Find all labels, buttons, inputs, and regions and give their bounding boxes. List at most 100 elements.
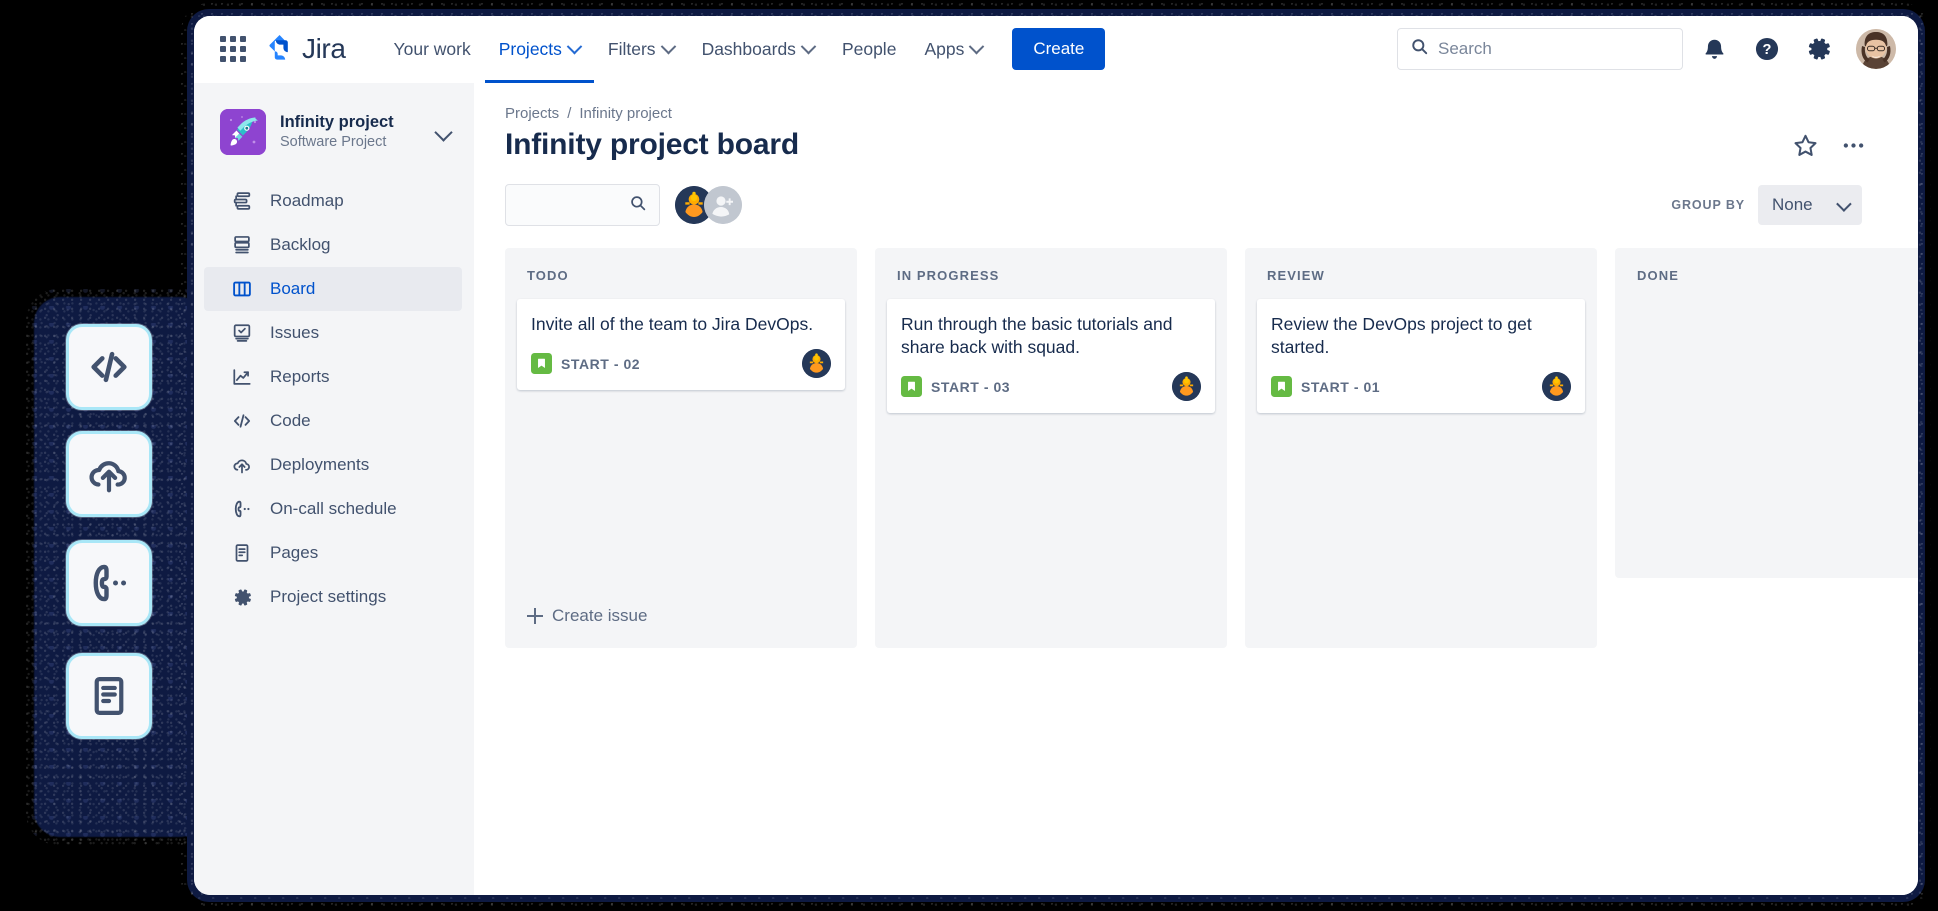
sidebar-item-pages[interactable]: Pages [204, 531, 462, 575]
phone-oncall-icon [86, 560, 132, 606]
global-navigation-bar: Jira Your work Projects Filters Dashboar… [194, 16, 1918, 83]
board-filter-input[interactable] [505, 184, 660, 226]
floating-card-deployments [66, 431, 152, 517]
board-column-review: REVIEW Review the DevOps project to get … [1245, 248, 1597, 648]
breadcrumb-separator: / [567, 105, 571, 122]
notification-bell-icon[interactable] [1692, 27, 1736, 71]
assignee-avatar[interactable] [1172, 372, 1201, 401]
rocket-project-avatar [220, 109, 266, 155]
add-people-avatar[interactable] [704, 186, 742, 224]
search-icon [1410, 37, 1429, 61]
code-brackets-icon [86, 344, 132, 390]
issue-card-key: START - 03 [931, 379, 1010, 395]
grid-apps-icon[interactable] [220, 36, 246, 62]
project-meta: Infinity project Software Project [280, 112, 423, 152]
sidebar-item-code[interactable]: Code [204, 399, 462, 443]
nav-apps-label: Apps [924, 39, 964, 60]
floating-card-oncall [66, 540, 152, 626]
issue-card-footer: START - 03 [901, 372, 1201, 401]
create-issue-button[interactable]: Create issue [517, 598, 845, 634]
brand-name: Jira [302, 33, 346, 65]
sidebar-item-project-settings[interactable]: Project settings [204, 575, 462, 619]
settings-gear-icon[interactable] [1798, 27, 1842, 71]
sidebar-item-pages-label: Pages [270, 543, 318, 563]
sidebar-item-issues[interactable]: Issues [204, 311, 462, 355]
nav-projects-label: Projects [499, 39, 562, 60]
more-actions-icon[interactable] [1838, 130, 1868, 160]
sidebar-item-backlog[interactable]: Backlog [204, 223, 462, 267]
screenshot-scene: Jira Your work Projects Filters Dashboar… [0, 0, 1938, 911]
nav-apps[interactable]: Apps [910, 25, 996, 73]
cloud-upload-icon [230, 453, 254, 477]
nav-filters[interactable]: Filters [594, 25, 688, 73]
project-sidebar: Infinity project Software Project [194, 83, 474, 895]
project-type: Software Project [280, 133, 423, 153]
sidebar-item-roadmap-label: Roadmap [270, 191, 344, 211]
app-window: Jira Your work Projects Filters Dashboar… [194, 16, 1918, 895]
project-switcher[interactable]: Infinity project Software Project [194, 99, 474, 165]
page-title-row: Infinity project board [505, 128, 1918, 162]
create-issue-label: Create issue [552, 606, 647, 626]
story-icon [531, 353, 552, 374]
page-title: Infinity project board [505, 128, 799, 162]
kanban-board: TODO Invite all of the team to Jira DevO… [505, 248, 1918, 648]
breadcrumb: Projects / Infinity project [505, 105, 1918, 122]
sidebar-item-roadmap[interactable]: Roadmap [204, 179, 462, 223]
star-icon[interactable] [1790, 130, 1820, 160]
issues-icon [230, 321, 254, 345]
sidebar-item-on-call-schedule-label: On-call schedule [270, 499, 397, 519]
issue-card[interactable]: Review the DevOps project to get started… [1257, 299, 1585, 413]
breadcrumb-projects[interactable]: Projects [505, 105, 559, 122]
user-avatar-photo[interactable] [1856, 29, 1896, 69]
column-title-review: REVIEW [1257, 260, 1585, 299]
board-columns-icon [230, 277, 254, 301]
assignee-avatar[interactable] [1542, 372, 1571, 401]
sidebar-item-reports[interactable]: Reports [204, 355, 462, 399]
help-question-icon[interactable]: ? [1745, 27, 1789, 71]
pages-document-icon [86, 673, 132, 719]
group-by-label: GROUP BY [1671, 198, 1745, 212]
issue-card[interactable]: Run through the basic tutorials and shar… [887, 299, 1215, 413]
search-icon [629, 194, 647, 217]
sidebar-item-board[interactable]: Board [204, 267, 462, 311]
chevron-down-icon [801, 38, 817, 54]
pages-document-icon [230, 541, 254, 565]
story-icon [901, 376, 922, 397]
project-name: Infinity project [280, 112, 423, 133]
breadcrumb-current-project[interactable]: Infinity project [579, 105, 672, 122]
nav-dashboards-label: Dashboards [702, 39, 796, 60]
nav-dashboards[interactable]: Dashboards [688, 25, 828, 73]
board-main-content: Projects / Infinity project Infinity pro… [474, 83, 1918, 895]
sidebar-item-project-settings-label: Project settings [270, 587, 386, 607]
global-search-input[interactable]: Search [1397, 28, 1683, 70]
app-body: Infinity project Software Project [194, 83, 1918, 895]
board-toolbar: GROUP BY None [505, 184, 1918, 226]
sidebar-item-deployments[interactable]: Deployments [204, 443, 462, 487]
chevron-down-icon [969, 38, 985, 54]
chevron-down-icon [1836, 196, 1852, 212]
create-button[interactable]: Create [1012, 28, 1105, 70]
board-toolbar-right: GROUP BY None [1671, 185, 1862, 225]
board-avatar-group [675, 186, 742, 224]
floating-card-code [66, 324, 152, 410]
nav-people[interactable]: People [828, 25, 911, 73]
global-search-placeholder: Search [1438, 39, 1492, 59]
issue-card-key: START - 02 [561, 356, 640, 372]
nav-projects[interactable]: Projects [485, 25, 594, 73]
nav-your-work[interactable]: Your work [380, 25, 485, 73]
column-drop-area [887, 423, 1215, 634]
chevron-down-icon[interactable] [434, 123, 452, 141]
sidebar-item-on-call-schedule[interactable]: On-call schedule [204, 487, 462, 531]
sidebar-item-deployments-label: Deployments [270, 455, 369, 475]
chevron-down-icon [567, 38, 583, 54]
page-title-actions [1790, 130, 1868, 160]
group-by-value: None [1772, 195, 1813, 215]
issue-card[interactable]: Invite all of the team to Jira DevOps. S… [517, 299, 845, 390]
settings-gear-icon [230, 585, 254, 609]
column-drop-area [1627, 299, 1918, 564]
sidebar-nav-list: Roadmap Backlog [194, 179, 474, 619]
assignee-avatar[interactable] [802, 349, 831, 378]
jira-home-link[interactable]: Jira [264, 32, 346, 67]
sidebar-item-issues-label: Issues [270, 323, 319, 343]
group-by-select[interactable]: None [1758, 185, 1862, 225]
